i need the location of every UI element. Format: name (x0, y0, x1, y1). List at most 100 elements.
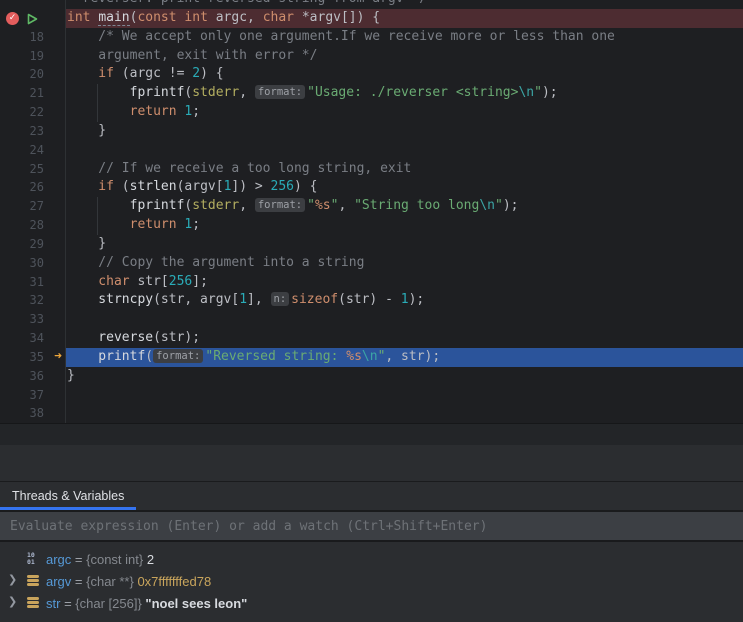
gutter[interactable]: 22 (0, 103, 66, 122)
gutter[interactable]: 25 (0, 160, 66, 179)
line-number[interactable]: 37 (30, 386, 44, 405)
gutter[interactable]: 20 (0, 65, 66, 84)
line-number[interactable]: 20 (30, 65, 44, 84)
line-number[interactable]: 25 (30, 160, 44, 179)
line-number[interactable]: 38 (30, 404, 44, 423)
code-line-26[interactable]: 26 if (strlen(argv[1]) > 256) { (0, 178, 743, 197)
line-number[interactable]: 33 (30, 310, 44, 329)
line-number[interactable]: 23 (30, 122, 44, 141)
code-line-36[interactable]: 36} (0, 367, 743, 386)
code-line-24[interactable]: 24 (0, 141, 743, 160)
code-text[interactable]: if (strlen(argv[1]) > 256) { (66, 178, 743, 197)
gutter[interactable]: 24 (0, 141, 66, 160)
code-line-37[interactable]: 37 (0, 386, 743, 405)
code-text[interactable]: strncpy(str, argv[1], n:sizeof(str) - 1)… (66, 291, 743, 310)
code-line-35[interactable]: 35➜ printf(format:"Reversed string: %s\n… (0, 348, 743, 367)
code-text[interactable]: * reverser: print reversed string from a… (66, 0, 743, 9)
gutter[interactable]: 18 (0, 28, 66, 47)
line-number[interactable]: 26 (30, 178, 44, 197)
code-text[interactable]: argument, exit with error */ (66, 47, 743, 66)
line-number[interactable]: 28 (30, 216, 44, 235)
code-line-31[interactable]: 31 char str[256]; (0, 273, 743, 292)
line-number[interactable]: 32 (30, 291, 44, 310)
gutter[interactable]: 21 (0, 84, 66, 103)
code-line-18[interactable]: 18 /* We accept only one argument.If we … (0, 28, 743, 47)
code-text[interactable]: fprintf(stderr, format:"%s", "String too… (66, 197, 743, 216)
code-line-21[interactable]: 21 fprintf(stderr, format:"Usage: ./reve… (0, 84, 743, 103)
code-line-partial[interactable]: * reverser: print reversed string from a… (0, 0, 743, 9)
line-number[interactable]: 18 (30, 28, 44, 47)
gutter[interactable] (0, 0, 66, 9)
gutter[interactable]: 33 (0, 310, 66, 329)
line-number[interactable]: 22 (30, 103, 44, 122)
chevron-right-icon[interactable]: ❯ (8, 595, 22, 608)
line-number[interactable]: 34 (30, 329, 44, 348)
code-text[interactable]: } (66, 367, 743, 386)
line-number[interactable]: 35 (30, 348, 44, 367)
code-line-29[interactable]: 29 } (0, 235, 743, 254)
line-number[interactable]: 29 (30, 235, 44, 254)
gutter[interactable]: 19 (0, 47, 66, 66)
gutter[interactable]: 27 (0, 197, 66, 216)
code-line-19[interactable]: 19 argument, exit with error */ (0, 47, 743, 66)
code-text[interactable]: int main(const int argc, char *argv[]) { (66, 9, 743, 28)
code-line-38[interactable]: 38 (0, 404, 743, 423)
gutter[interactable]: 29 (0, 235, 66, 254)
code-text[interactable]: if (argc != 2) { (66, 65, 743, 84)
code-text[interactable]: /* We accept only one argument.If we rec… (66, 28, 743, 47)
gutter[interactable]: 26 (0, 178, 66, 197)
breakpoint-icon[interactable]: ✓ (6, 12, 19, 25)
code-text[interactable]: } (66, 235, 743, 254)
code-editor[interactable]: * reverser: print reversed string from a… (0, 0, 743, 424)
code-text[interactable] (66, 141, 743, 160)
code-line-20[interactable]: 20 if (argc != 2) { (0, 65, 743, 84)
code-line-30[interactable]: 30 // Copy the argument into a string (0, 254, 743, 273)
variable-row-str[interactable]: ❯str = {char [256]} "noel sees leon" (0, 592, 743, 614)
gutter[interactable]: 37 (0, 386, 66, 405)
line-number[interactable]: 24 (30, 141, 44, 160)
code-text[interactable]: // If we receive a too long string, exit (66, 160, 743, 179)
run-triangle-icon[interactable] (26, 12, 38, 24)
code-text[interactable]: char str[256]; (66, 273, 743, 292)
code-text[interactable] (66, 386, 743, 405)
gutter[interactable]: 38 (0, 404, 66, 423)
code-line-25[interactable]: 25 // If we receive a too long string, e… (0, 160, 743, 179)
code-text[interactable]: fprintf(stderr, format:"Usage: ./reverse… (66, 84, 743, 103)
code-line-17[interactable]: ✓ int main(const int argc, char *argv[]) … (0, 9, 743, 28)
line-number[interactable]: 19 (30, 47, 44, 66)
code-line-33[interactable]: 33 (0, 310, 743, 329)
code-line-22[interactable]: 22 return 1; (0, 103, 743, 122)
variable-row-argc[interactable]: 1001argc = {const int} 2 (0, 548, 743, 570)
gutter[interactable]: 34 (0, 329, 66, 348)
code-text[interactable]: return 1; (66, 103, 743, 122)
code-line-32[interactable]: 32 strncpy(str, argv[1], n:sizeof(str) -… (0, 291, 743, 310)
code-line-27[interactable]: 27 fprintf(stderr, format:"%s", "String … (0, 197, 743, 216)
code-text[interactable]: printf(format:"Reversed string: %s\n", s… (66, 348, 743, 367)
code-text[interactable]: return 1; (66, 216, 743, 235)
tab-threads-variables[interactable]: Threads & Variables (0, 482, 136, 510)
code-line-34[interactable]: 34 reverse(str); (0, 329, 743, 348)
evaluate-expression-input[interactable] (10, 519, 710, 534)
variable-row-argv[interactable]: ❯argv = {char **} 0x7fffffffed78 (0, 570, 743, 592)
gutter[interactable]: 30 (0, 254, 66, 273)
gutter[interactable]: 23 (0, 122, 66, 141)
line-number[interactable]: 27 (30, 197, 44, 216)
gutter[interactable]: 28 (0, 216, 66, 235)
code-text[interactable] (66, 404, 743, 423)
gutter[interactable]: ✓ (0, 9, 66, 28)
gutter[interactable]: 32 (0, 291, 66, 310)
line-number[interactable]: 30 (30, 254, 44, 273)
code-text[interactable]: } (66, 122, 743, 141)
line-number[interactable]: 36 (30, 367, 44, 386)
code-line-28[interactable]: 28 return 1; (0, 216, 743, 235)
code-line-23[interactable]: 23 } (0, 122, 743, 141)
line-number[interactable]: 31 (30, 273, 44, 292)
code-text[interactable]: reverse(str); (66, 329, 743, 348)
code-text[interactable] (66, 310, 743, 329)
gutter[interactable]: 31 (0, 273, 66, 292)
gutter[interactable]: 35➜ (0, 348, 66, 367)
line-number[interactable]: 21 (30, 84, 44, 103)
gutter[interactable]: 36 (0, 367, 66, 386)
code-text[interactable]: // Copy the argument into a string (66, 254, 743, 273)
chevron-right-icon[interactable]: ❯ (8, 573, 22, 586)
